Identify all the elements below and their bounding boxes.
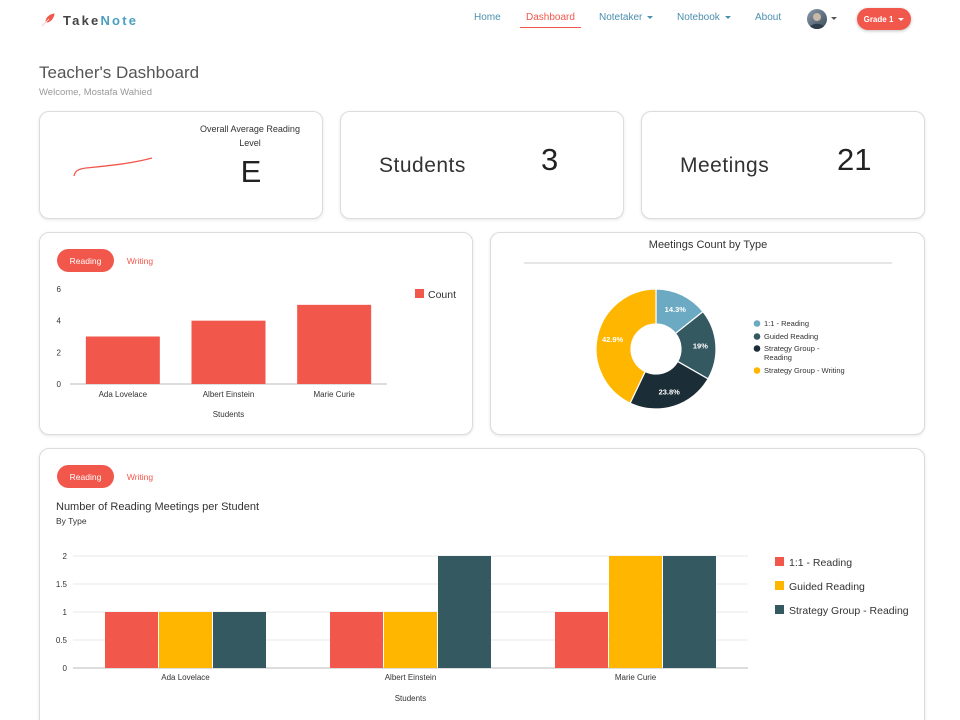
legend-label: 1:1 - Reading bbox=[764, 319, 809, 328]
legend-dot bbox=[753, 333, 761, 340]
y-tick-label: 0 bbox=[57, 380, 62, 389]
legend-swatch bbox=[775, 581, 784, 590]
legend-label: Strategy Group - Writing bbox=[764, 366, 845, 375]
chart-subtitle: By Type bbox=[56, 516, 87, 526]
reading-level-label: Overall Average Reading Level bbox=[200, 124, 300, 148]
feather-icon bbox=[41, 13, 55, 27]
chart-title: Meetings Count by Type bbox=[649, 239, 767, 251]
meetings-card: Meetings 21 bbox=[641, 111, 925, 219]
bar-ada-lovelace-1-1-reading bbox=[105, 612, 158, 668]
reading-level-sparkline bbox=[73, 157, 153, 177]
grade-button-label: Grade 1 bbox=[863, 14, 894, 24]
meetings-donut-chart: Meetings Count by Type 14.3% 19% 23.8% 42.9%… bbox=[524, 239, 892, 410]
bar-marie-curie-strategy-group-reading bbox=[663, 556, 716, 668]
nav-notetaker[interactable]: Notetaker bbox=[599, 12, 654, 23]
brand-logo[interactable]: Take Note bbox=[40, 12, 138, 28]
active-nav-underline bbox=[520, 27, 581, 28]
chevron-down-icon bbox=[898, 17, 905, 21]
students-count: 3 bbox=[541, 142, 559, 177]
x-tick-label: Marie Curie bbox=[313, 390, 355, 399]
bar-marie-curie-1-1-reading bbox=[555, 612, 608, 668]
bar-marie-curie bbox=[297, 304, 372, 384]
nav-about[interactable]: About bbox=[755, 12, 781, 23]
slice-percent-label: 42.9% bbox=[602, 335, 624, 344]
bar-albert-einstein-1-1-reading bbox=[330, 612, 383, 668]
bar-ada-lovelace-strategy-group-reading bbox=[213, 612, 266, 668]
y-tick-label: 2 bbox=[63, 552, 68, 561]
bar-ada-lovelace-guided-reading bbox=[159, 612, 212, 668]
legend-swatch bbox=[775, 557, 784, 566]
legend-label: Guided Reading bbox=[764, 332, 818, 341]
bar-ada-lovelace bbox=[85, 336, 160, 384]
students-label: Students bbox=[379, 154, 466, 177]
avatar-chevron-down-icon[interactable] bbox=[831, 17, 837, 20]
legend-dot bbox=[753, 320, 761, 327]
legend-swatch bbox=[415, 289, 424, 298]
legend-swatch bbox=[775, 605, 784, 614]
y-tick-label: 1.5 bbox=[56, 580, 68, 589]
navbar: Take Note Home Dashboard Notetaker Notebo… bbox=[0, 0, 960, 40]
reading-meetings-bar-chart: Number of Reading Meetings per Student By… bbox=[56, 501, 909, 703]
x-axis-title: Students bbox=[395, 694, 427, 703]
legend-label: Guided Reading bbox=[789, 581, 865, 593]
legend-label: 1:1 - Reading bbox=[789, 557, 852, 569]
y-tick-label: 0.5 bbox=[56, 636, 68, 645]
y-tick-label: 1 bbox=[63, 608, 68, 617]
user-photo-icon bbox=[809, 13, 825, 29]
legend-label: Strategy Group - Reading bbox=[789, 605, 909, 617]
bar-albert-einstein-guided-reading bbox=[384, 612, 437, 668]
y-tick-label: 4 bbox=[57, 317, 62, 326]
x-tick-label: Ada Lovelace bbox=[99, 390, 148, 399]
y-tick-label: 0 bbox=[63, 664, 68, 673]
reading-level-value: E bbox=[240, 154, 262, 189]
nav-home[interactable]: Home bbox=[474, 12, 501, 23]
welcome-text: Welcome, Mostafa Wahied bbox=[39, 87, 152, 98]
legend-label: Strategy Group -Reading bbox=[764, 344, 820, 362]
x-tick-label: Albert Einstein bbox=[203, 390, 255, 399]
x-tick-label: Marie Curie bbox=[615, 673, 657, 682]
meetings-count: 21 bbox=[837, 142, 872, 177]
students-bar-chart: 0 2 4 6 Ada Lovelace Albert Einstein Marie Cur… bbox=[57, 285, 457, 419]
legend-dot bbox=[753, 367, 761, 374]
chevron-down-icon bbox=[724, 15, 731, 19]
meetings-type-chart-card: Meetings Count by Type 14.3% 19% 23.8% 42.9%… bbox=[490, 232, 925, 435]
page-title: Teacher's Dashboard bbox=[39, 63, 200, 82]
slice-percent-label: 19% bbox=[693, 342, 708, 351]
nav-notetaker-label: Notetaker bbox=[599, 12, 643, 23]
grade-select-button[interactable]: Grade 1 bbox=[857, 8, 911, 30]
nav-notebook-label: Notebook bbox=[677, 12, 720, 23]
nav-notebook[interactable]: Notebook bbox=[677, 12, 731, 23]
y-tick-label: 6 bbox=[57, 285, 62, 294]
avatar[interactable] bbox=[807, 9, 827, 29]
x-tick-label: Albert Einstein bbox=[385, 673, 437, 682]
reading-meetings-chart-card: Reading Writing Number of Reading Meetin… bbox=[39, 448, 925, 720]
slice-percent-label: 23.8% bbox=[659, 387, 681, 396]
reading-level-chart-card: Reading Writing 0 2 4 6 Ada Lovelace Albert E… bbox=[39, 232, 473, 435]
bar-marie-curie-guided-reading bbox=[609, 556, 662, 668]
legend-label: Count bbox=[428, 289, 456, 301]
chart-title: Number of Reading Meetings per Student bbox=[56, 501, 259, 513]
meetings-label: Meetings bbox=[680, 154, 770, 177]
reading-level-card: Overall Average Reading Level E bbox=[39, 111, 323, 219]
nav-dashboard[interactable]: Dashboard bbox=[526, 12, 575, 23]
slice-percent-label: 14.3% bbox=[665, 305, 687, 314]
bar-albert-einstein-strategy-group-reading bbox=[438, 556, 491, 668]
chevron-down-icon bbox=[647, 15, 654, 19]
x-tick-label: Ada Lovelace bbox=[161, 673, 210, 682]
brand-name-note: Note bbox=[100, 12, 139, 28]
bar-albert-einstein bbox=[191, 320, 266, 384]
y-tick-label: 2 bbox=[57, 348, 62, 357]
students-card: Students 3 bbox=[340, 111, 624, 219]
x-axis-title: Students bbox=[213, 410, 245, 419]
brand-name-take: Take bbox=[63, 12, 101, 28]
legend-dot bbox=[753, 345, 761, 352]
